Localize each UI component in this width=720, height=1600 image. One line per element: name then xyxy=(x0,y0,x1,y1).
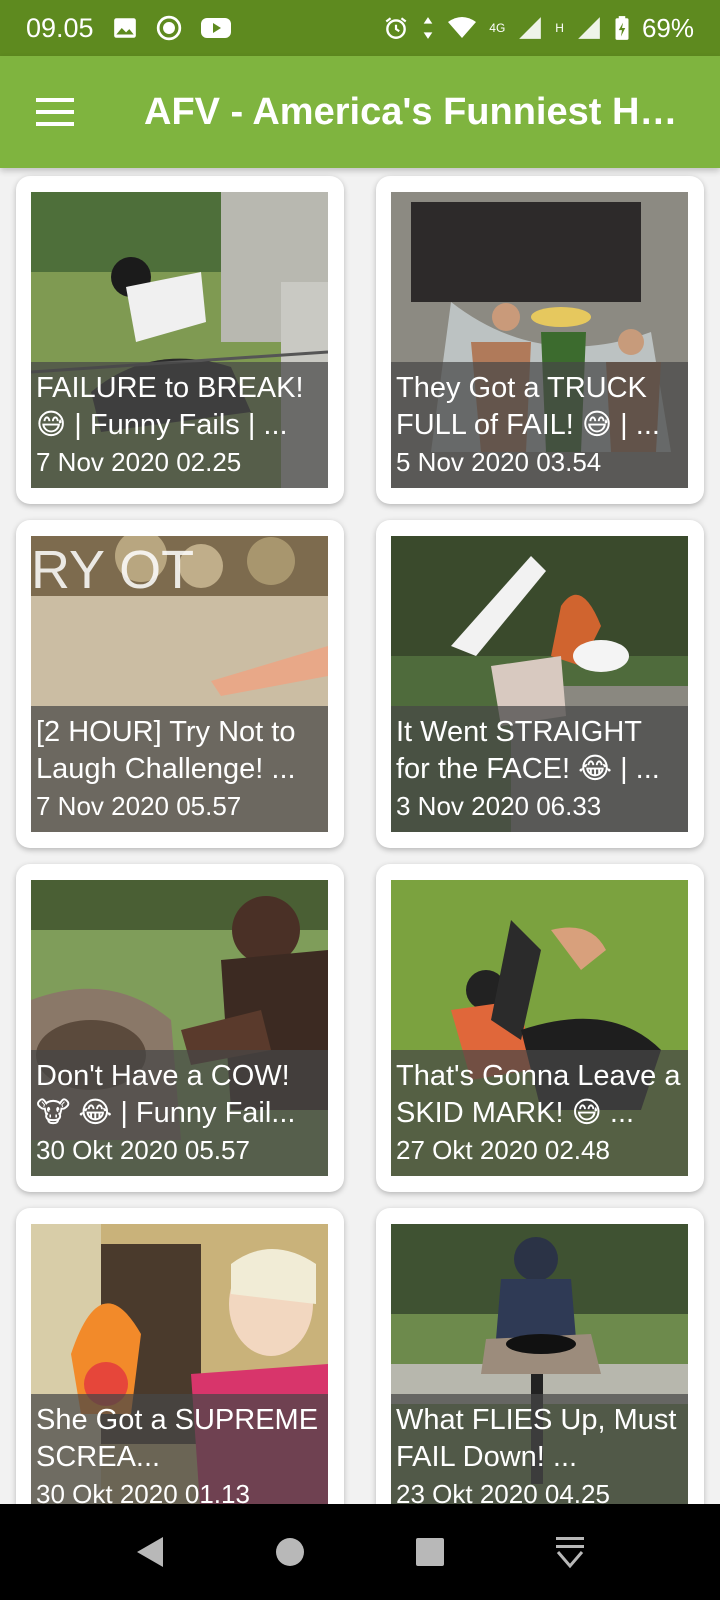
video-date: 30 Okt 2020 05.57 xyxy=(36,1135,250,1165)
video-title: Don't Have a COW! 🐮 😂 | Funny Fail... xyxy=(36,1060,296,1129)
video-date: 7 Nov 2020 05.57 xyxy=(36,791,242,821)
network-label: 4G xyxy=(489,21,506,35)
video-caption: [2 HOUR] Try Not to Laugh Challenge! ...… xyxy=(31,706,328,832)
home-circle-icon xyxy=(276,1538,304,1566)
page-title: AFV - America's Funniest Ho... xyxy=(144,90,684,133)
video-title: It Went STRAIGHT for the FACE! 😂 | ... xyxy=(396,716,660,785)
video-thumbnail: Don't Have a COW! 🐮 😂 | Funny Fail... 30… xyxy=(31,880,328,1176)
video-thumbnail: FAILURE to BREAK! 😅 | Funny Fails | ... … xyxy=(31,192,328,488)
pull-down-icon xyxy=(556,1537,584,1569)
video-date: 3 Nov 2020 06.33 xyxy=(396,791,602,821)
video-card[interactable]: That's Gonna Leave a SKID MARK! 😅 ... 27… xyxy=(376,864,704,1192)
video-card[interactable]: It Went STRAIGHT for the FACE! 😂 | ... 3… xyxy=(376,520,704,848)
signal-icon-2 xyxy=(578,17,600,39)
video-caption: Don't Have a COW! 🐮 😂 | Funny Fail... 30… xyxy=(31,1050,328,1176)
data-arrows-icon xyxy=(423,17,433,39)
video-thumbnail: That's Gonna Leave a SKID MARK! 😅 ... 27… xyxy=(391,880,688,1176)
recents-button[interactable] xyxy=(400,1522,460,1582)
video-grid: FAILURE to BREAK! 😅 | Funny Fails | ... … xyxy=(0,168,720,1504)
video-caption: She Got a SUPREME SCREA... 30 Okt 2020 0… xyxy=(31,1394,328,1504)
youtube-icon xyxy=(200,18,231,38)
video-thumbnail: RY OT [2 HOUR] Try Not to Laugh Challeng… xyxy=(31,536,328,832)
video-caption: FAILURE to BREAK! 😅 | Funny Fails | ... … xyxy=(31,362,328,488)
wifi-icon xyxy=(448,17,477,38)
thumbnail-overlay-text: RY OT xyxy=(31,540,194,600)
video-thumbnail: She Got a SUPREME SCREA... 30 Okt 2020 0… xyxy=(31,1224,328,1504)
status-bar: 09.05 4G H 69% xyxy=(0,0,720,56)
system-nav-bar xyxy=(0,1504,720,1600)
notifications-pull-button[interactable] xyxy=(540,1522,600,1582)
battery-percent: 69% xyxy=(641,12,694,43)
home-button[interactable] xyxy=(260,1522,320,1582)
video-date: 5 Nov 2020 03.54 xyxy=(396,447,602,477)
hamburger-icon xyxy=(36,98,74,126)
video-thumbnail: What FLIES Up, Must FAIL Down! ... 23 Ok… xyxy=(391,1224,688,1504)
image-icon xyxy=(113,18,136,38)
signal-icon xyxy=(519,17,542,39)
video-title: They Got a TRUCK FULL of FAIL! 😅 | ... xyxy=(396,372,660,441)
video-title: That's Gonna Leave a SKID MARK! 😅 ... xyxy=(396,1060,681,1129)
video-thumbnail: They Got a TRUCK FULL of FAIL! 😅 | ... 5… xyxy=(391,192,688,488)
battery-icon xyxy=(615,16,629,40)
video-caption: It Went STRAIGHT for the FACE! 😂 | ... 3… xyxy=(391,706,688,832)
video-date: 27 Okt 2020 02.48 xyxy=(396,1135,610,1165)
video-card[interactable]: She Got a SUPREME SCREA... 30 Okt 2020 0… xyxy=(16,1208,344,1504)
alarm-icon xyxy=(385,17,407,39)
video-caption: They Got a TRUCK FULL of FAIL! 😅 | ... 5… xyxy=(391,362,688,488)
video-card[interactable]: What FLIES Up, Must FAIL Down! ... 23 Ok… xyxy=(376,1208,704,1504)
video-date: 7 Nov 2020 02.25 xyxy=(36,447,242,477)
recents-square-icon xyxy=(416,1538,444,1566)
video-caption: That's Gonna Leave a SKID MARK! 😅 ... 27… xyxy=(391,1050,688,1176)
video-card[interactable]: RY OT [2 HOUR] Try Not to Laugh Challeng… xyxy=(16,520,344,848)
back-button[interactable] xyxy=(120,1522,180,1582)
video-date: 30 Okt 2020 01.13 xyxy=(36,1479,250,1504)
video-caption: What FLIES Up, Must FAIL Down! ... 23 Ok… xyxy=(391,1394,688,1504)
video-card[interactable]: FAILURE to BREAK! 😅 | Funny Fails | ... … xyxy=(16,176,344,504)
video-card[interactable]: They Got a TRUCK FULL of FAIL! 😅 | ... 5… xyxy=(376,176,704,504)
back-triangle-icon xyxy=(137,1537,163,1567)
video-title: She Got a SUPREME SCREA... xyxy=(36,1404,319,1473)
network-h-label: H xyxy=(555,21,564,35)
video-card[interactable]: Don't Have a COW! 🐮 😂 | Funny Fail... 30… xyxy=(16,864,344,1192)
video-title: [2 HOUR] Try Not to Laugh Challenge! ... xyxy=(36,716,296,785)
record-icon xyxy=(156,15,181,41)
video-thumbnail: It Went STRAIGHT for the FACE! 😂 | ... 3… xyxy=(391,536,688,832)
menu-button[interactable] xyxy=(0,56,112,168)
video-title: What FLIES Up, Must FAIL Down! ... xyxy=(396,1404,677,1473)
app-bar: AFV - America's Funniest Ho... xyxy=(0,56,720,168)
status-time: 09.05 xyxy=(26,12,94,43)
video-title: FAILURE to BREAK! 😅 | Funny Fails | ... xyxy=(36,372,304,441)
video-date: 23 Okt 2020 04.25 xyxy=(396,1479,610,1504)
